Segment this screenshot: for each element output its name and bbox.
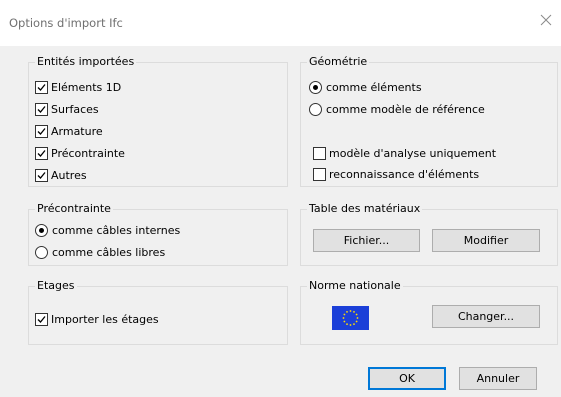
- floors-title: Etages: [35, 279, 77, 293]
- eu-flag-icon: [332, 306, 369, 330]
- radio-button[interactable]: [35, 245, 48, 259]
- title-bar: Options d'import Ifc: [0, 0, 561, 46]
- checkbox-surfaces[interactable]: Surfaces: [35, 101, 99, 117]
- checkbox-box[interactable]: [35, 168, 48, 182]
- ok-button[interactable]: OK: [368, 367, 446, 390]
- national-standard-title: Norme nationale: [307, 279, 403, 293]
- checkbox-1d-elements[interactable]: Eléments 1D: [35, 79, 121, 95]
- imported-entities-group: Entités importées Eléments 1D Surfaces A…: [28, 55, 288, 187]
- checkbox-box[interactable]: [313, 146, 326, 160]
- checkbox-label: Surfaces: [51, 102, 99, 116]
- radio-internal-cables[interactable]: comme câbles internes: [35, 222, 180, 238]
- checkbox-box[interactable]: [35, 312, 48, 326]
- checkbox-label: Eléments 1D: [51, 80, 122, 94]
- import-options-dialog: Options d'import Ifc Entités importées E…: [0, 0, 561, 397]
- materials-table-title: Table des matériaux: [307, 202, 423, 216]
- modify-button[interactable]: Modifier: [432, 229, 540, 252]
- checkbox-box[interactable]: [35, 80, 48, 94]
- checkbox-element-recognition[interactable]: reconnaissance d'éléments: [313, 166, 479, 182]
- checkbox-label: Autres: [51, 168, 87, 182]
- radio-label: comme câbles libres: [52, 245, 166, 259]
- checkbox-box[interactable]: [35, 102, 48, 116]
- floors-group: Etages Importer les étages: [28, 279, 288, 345]
- radio-free-cables[interactable]: comme câbles libres: [35, 244, 165, 260]
- prestress-title: Précontrainte: [35, 202, 113, 216]
- window-title: Options d'import Ifc: [9, 16, 123, 30]
- prestress-group: Précontrainte comme câbles internes comm…: [28, 202, 288, 266]
- file-button[interactable]: Fichier...: [313, 229, 420, 252]
- geometry-group: Géométrie comme éléments comme modèle de…: [300, 55, 558, 187]
- radio-button[interactable]: [309, 102, 322, 116]
- checkbox-autres[interactable]: Autres: [35, 167, 87, 183]
- radio-label: comme éléments: [326, 80, 422, 94]
- change-button[interactable]: Changer...: [432, 305, 540, 328]
- checkbox-label: reconnaissance d'éléments: [329, 167, 480, 181]
- checkbox-label: Importer les étages: [51, 312, 159, 326]
- checkbox-precontrainte[interactable]: Précontrainte: [35, 145, 125, 161]
- checkbox-box[interactable]: [35, 124, 48, 138]
- radio-label: comme modèle de référence: [326, 102, 485, 116]
- radio-label: comme câbles internes: [52, 223, 181, 237]
- checkbox-label: Précontrainte: [51, 146, 125, 160]
- radio-as-elements[interactable]: comme éléments: [309, 79, 422, 95]
- checkbox-box[interactable]: [35, 146, 48, 160]
- checkbox-label: modèle d'analyse uniquement: [329, 146, 497, 160]
- close-icon[interactable]: [539, 13, 553, 27]
- geometry-title: Géométrie: [307, 55, 370, 69]
- radio-as-reference-model[interactable]: comme modèle de référence: [309, 101, 485, 117]
- imported-entities-title: Entités importées: [35, 55, 137, 69]
- checkbox-import-floors[interactable]: Importer les étages: [35, 311, 159, 327]
- checkbox-label: Armature: [51, 124, 103, 138]
- checkbox-armature[interactable]: Armature: [35, 123, 103, 139]
- checkbox-analysis-model-only[interactable]: modèle d'analyse uniquement: [313, 145, 496, 161]
- radio-button[interactable]: [35, 223, 48, 237]
- checkbox-box[interactable]: [313, 167, 326, 181]
- cancel-button[interactable]: Annuler: [459, 367, 537, 390]
- radio-button[interactable]: [309, 80, 322, 94]
